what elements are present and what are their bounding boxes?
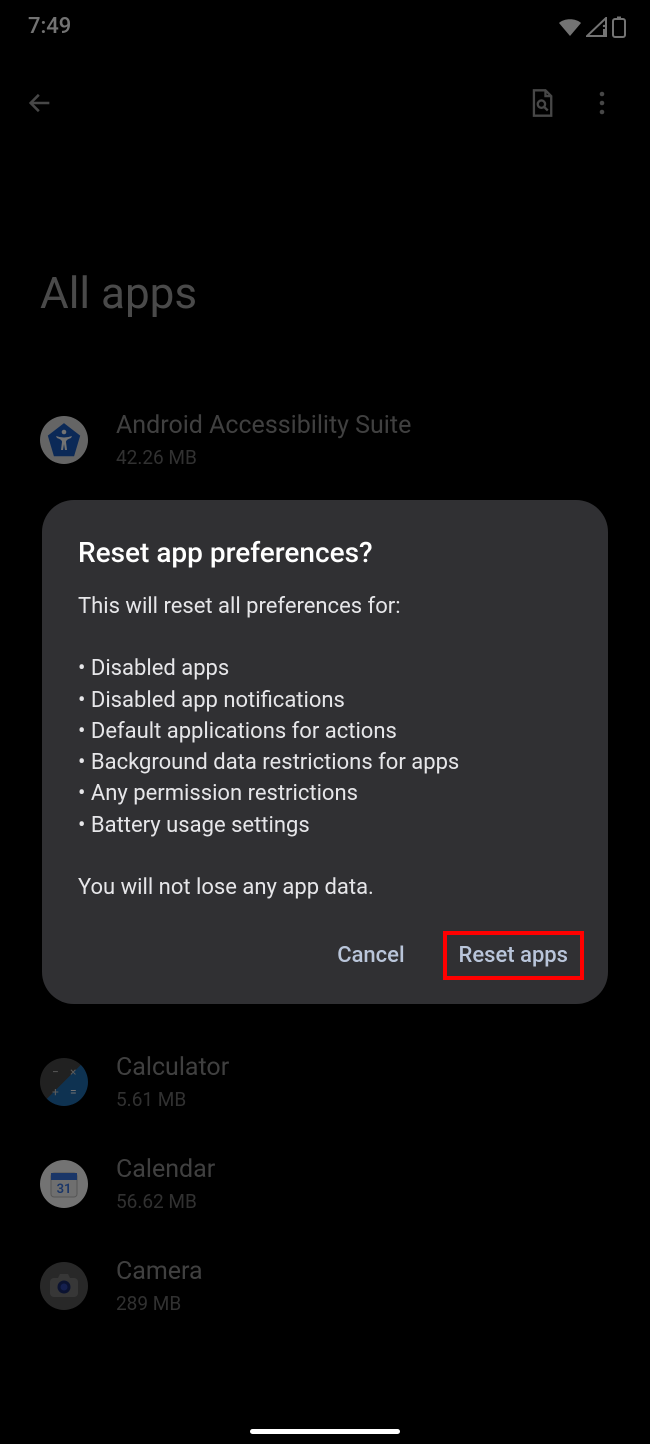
dialog-title: Reset app preferences? <box>78 536 572 569</box>
dialog-outro: You will not lose any app data. <box>78 872 572 903</box>
dialog-bullet: Any permission restrictions <box>78 778 572 809</box>
dialog-bullet: Default applications for actions <box>78 716 572 747</box>
dialog-actions: Cancel Reset apps <box>78 931 572 980</box>
dialog-bullet: Disabled apps <box>78 653 572 684</box>
navigation-handle[interactable] <box>250 1429 400 1434</box>
reset-apps-highlight: Reset apps <box>443 931 584 980</box>
dialog-bullet-list: Disabled apps Disabled app notifications… <box>78 653 572 840</box>
dialog-intro: This will reset all preferences for: <box>78 591 572 622</box>
dialog-body: This will reset all preferences for: Dis… <box>78 591 572 903</box>
dialog-bullet: Background data restrictions for apps <box>78 747 572 778</box>
cancel-button[interactable]: Cancel <box>327 931 414 980</box>
dialog-bullet: Disabled app notifications <box>78 685 572 716</box>
reset-preferences-dialog: Reset app preferences? This will reset a… <box>42 500 608 1004</box>
dialog-bullet: Battery usage settings <box>78 810 572 841</box>
reset-apps-button[interactable]: Reset apps <box>459 943 568 968</box>
